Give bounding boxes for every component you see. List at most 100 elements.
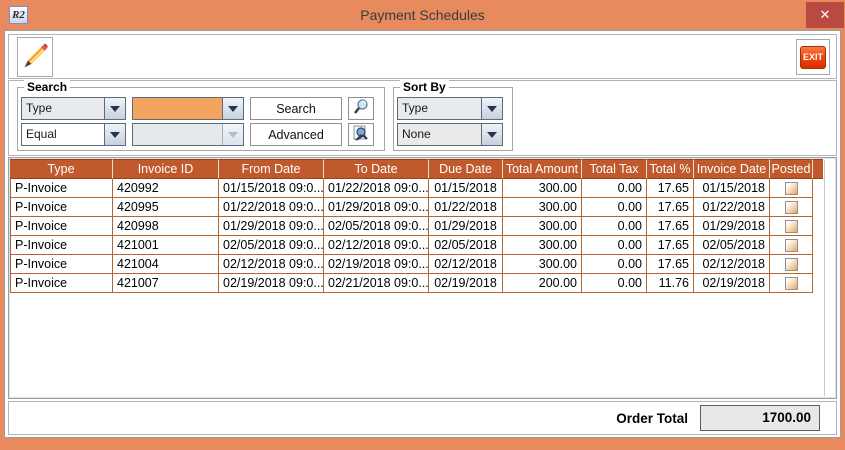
search-operator-value: Equal: [22, 124, 104, 145]
table-cell: 300.00: [503, 255, 582, 274]
table-cell: 01/15/2018 09:0...: [219, 179, 324, 198]
table-row[interactable]: P-Invoice42100102/05/2018 09:0...02/12/2…: [10, 236, 823, 255]
posted-checkbox[interactable]: [785, 201, 798, 214]
posted-checkbox[interactable]: [785, 220, 798, 233]
sort-primary-dropdown[interactable]: Type: [397, 97, 503, 120]
table-cell: 300.00: [503, 217, 582, 236]
table-row[interactable]: P-Invoice42099201/15/2018 09:0...01/22/2…: [10, 179, 823, 198]
table-cell: P-Invoice: [10, 198, 113, 217]
filters-panel: Search Type Search: [8, 80, 837, 156]
table-cell: 300.00: [503, 179, 582, 198]
search-operator-dropdown[interactable]: Equal: [21, 123, 126, 146]
table-row[interactable]: P-Invoice42099501/22/2018 09:0...01/29/2…: [10, 198, 823, 217]
search-field-dropdown[interactable]: Type: [21, 97, 126, 120]
posted-checkbox[interactable]: [785, 182, 798, 195]
table-cell: 02/05/2018: [429, 236, 503, 255]
table-cell: 421004: [113, 255, 219, 274]
posted-cell: [770, 236, 813, 255]
table-cell: 02/19/2018: [429, 274, 503, 293]
order-total-label: Order Total: [616, 411, 688, 426]
payment-schedules-window: R2 Payment Schedules ✕ EXIT: [0, 0, 845, 450]
column-header-posted[interactable]: Posted: [770, 159, 813, 179]
close-button[interactable]: ✕: [806, 2, 844, 28]
column-header-filler: [813, 159, 823, 179]
posted-checkbox[interactable]: [785, 277, 798, 290]
sort-secondary-dropdown[interactable]: None: [397, 123, 503, 146]
sort-secondary-value: None: [398, 124, 481, 145]
posted-cell: [770, 198, 813, 217]
search-value-dropdown[interactable]: [132, 97, 244, 120]
exit-button[interactable]: EXIT: [796, 39, 830, 75]
column-header-total-tax[interactable]: Total Tax: [582, 159, 647, 179]
table-cell: 02/21/2018 09:0...: [324, 274, 429, 293]
search-magnifier-button[interactable]: [348, 97, 374, 120]
column-header-from-date[interactable]: From Date: [219, 159, 324, 179]
search-value2: [133, 124, 222, 145]
table-cell: 17.65: [647, 236, 694, 255]
edit-button[interactable]: [17, 37, 53, 77]
search-button[interactable]: Search: [250, 97, 342, 120]
table-cell: 420992: [113, 179, 219, 198]
posted-cell: [770, 179, 813, 198]
table-cell: P-Invoice: [10, 217, 113, 236]
column-header-type[interactable]: Type: [10, 159, 113, 179]
table-cell: 0.00: [582, 179, 647, 198]
table-cell: 02/05/2018 09:0...: [219, 236, 324, 255]
table-cell: 01/22/2018: [429, 198, 503, 217]
table-cell: 01/29/2018: [429, 217, 503, 236]
scrollbar-track[interactable]: [824, 160, 825, 396]
table-row[interactable]: P-Invoice42099801/29/2018 09:0...02/05/2…: [10, 217, 823, 236]
titlebar: R2 Payment Schedules ✕: [0, 0, 845, 30]
posted-cell: [770, 217, 813, 236]
table-cell: 01/29/2018: [694, 217, 770, 236]
table-cell: 300.00: [503, 236, 582, 255]
chevron-down-icon: [222, 124, 243, 145]
table-cell: 02/12/2018: [429, 255, 503, 274]
table-cell: 02/19/2018 09:0...: [324, 255, 429, 274]
table-row[interactable]: P-Invoice42100702/19/2018 09:0...02/21/2…: [10, 274, 823, 293]
column-header-to-date[interactable]: To Date: [324, 159, 429, 179]
posted-checkbox[interactable]: [785, 258, 798, 271]
table-cell: P-Invoice: [10, 255, 113, 274]
exit-icon: EXIT: [800, 46, 826, 69]
magnifier-icon: [352, 98, 370, 119]
window-title: Payment Schedules: [0, 0, 845, 30]
sort-by-group-label: Sort By: [400, 80, 449, 94]
table-cell: 01/15/2018: [694, 179, 770, 198]
table-cell: 02/12/2018 09:0...: [324, 236, 429, 255]
column-header-invoice-id[interactable]: Invoice ID: [113, 159, 219, 179]
table-cell: 01/22/2018: [694, 198, 770, 217]
table-cell: 421007: [113, 274, 219, 293]
table-cell: 420995: [113, 198, 219, 217]
advanced-button[interactable]: Advanced: [250, 123, 342, 146]
column-header-invoice-date[interactable]: Invoice Date: [694, 159, 770, 179]
table-row[interactable]: P-Invoice42100402/12/2018 09:0...02/19/2…: [10, 255, 823, 274]
column-header-total-amount[interactable]: Total Amount: [503, 159, 582, 179]
advanced-find-button[interactable]: [348, 123, 374, 146]
search-group: Search Type Search: [17, 87, 385, 151]
table-cell: 02/19/2018 09:0...: [219, 274, 324, 293]
table-cell: 01/22/2018 09:0...: [219, 198, 324, 217]
invoice-table: TypeInvoice IDFrom DateTo DateDue DateTo…: [10, 159, 823, 293]
sort-by-group: Sort By Type None: [393, 87, 513, 151]
posted-checkbox[interactable]: [785, 239, 798, 252]
column-header-due-date[interactable]: Due Date: [429, 159, 503, 179]
toolbar: EXIT: [8, 34, 837, 79]
posted-cell: [770, 255, 813, 274]
table-cell: P-Invoice: [10, 236, 113, 255]
search-value: [133, 98, 222, 119]
table-cell: 02/12/2018 09:0...: [219, 255, 324, 274]
search-value2-dropdown: [132, 123, 244, 146]
search-field-value: Type: [22, 98, 104, 119]
table-cell: 0.00: [582, 236, 647, 255]
table-cell: 01/15/2018: [429, 179, 503, 198]
column-header-total-[interactable]: Total %: [647, 159, 694, 179]
table-cell: 01/29/2018 09:0...: [324, 198, 429, 217]
table-cell: 200.00: [503, 274, 582, 293]
table-cell: 17.65: [647, 179, 694, 198]
chevron-down-icon: [222, 98, 243, 119]
table-cell: P-Invoice: [10, 274, 113, 293]
table-cell: 02/19/2018: [694, 274, 770, 293]
table-cell: 02/05/2018: [694, 236, 770, 255]
window-content: EXIT Search Type S: [4, 30, 841, 438]
